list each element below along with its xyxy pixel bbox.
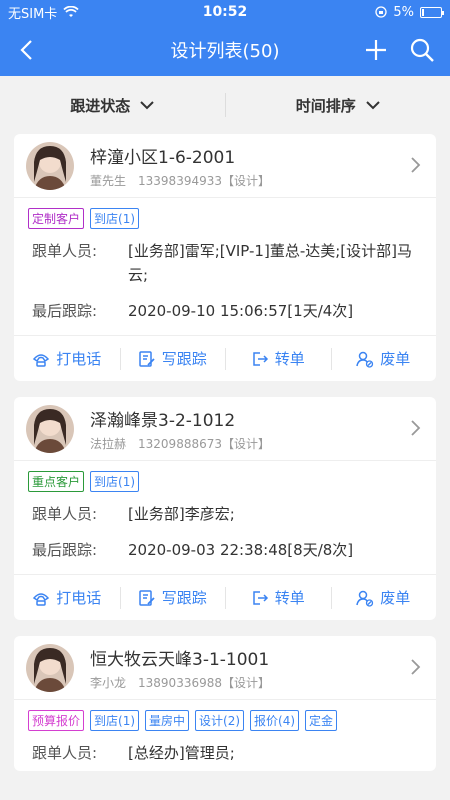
customer-name: 法拉赫: [90, 436, 127, 451]
tag: 设计(2): [195, 710, 245, 731]
last-follow-value: 2020-09-03 22:38:48[8天/8次]: [128, 541, 354, 559]
filter-time-label: 时间排序: [295, 96, 356, 115]
customer-name: 李小龙: [90, 675, 127, 690]
staff-row: 跟单人员: [业务部]雷军;[VIP-1]董总-达美;[设计部]马云;: [14, 233, 436, 293]
filter-bar: 跟进状态 时间排序: [0, 76, 450, 134]
chevron-down-icon: [366, 101, 380, 110]
tag-list: 定制客户 到店(1): [14, 198, 436, 233]
staff-label: 跟单人员:: [32, 242, 98, 260]
battery-percent: 5%: [393, 4, 414, 20]
tag: 预算报价: [28, 710, 85, 731]
call-label: 打电话: [56, 589, 102, 607]
phone-icon: [33, 353, 50, 367]
filter-time-sort-dropdown[interactable]: 时间排序: [226, 95, 450, 116]
search-icon[interactable]: [408, 36, 436, 64]
card-title: 梓潼小区1-6-2001: [90, 147, 236, 168]
transfer-label: 转单: [274, 589, 305, 607]
chevron-down-icon: [140, 101, 154, 110]
tag: 定制客户: [28, 208, 85, 229]
customer-name: 董先生: [90, 173, 127, 188]
chevron-right-icon: [411, 157, 421, 173]
add-icon[interactable]: [362, 36, 390, 64]
staff-label: 跟单人员:: [32, 505, 98, 523]
last-follow-row: 最后跟踪: 2020-09-03 22:38:48[8天/8次]: [14, 532, 436, 568]
write-follow-button[interactable]: 写跟踪: [119, 336, 226, 381]
last-follow-row: 最后跟踪: 2020-09-10 15:06:57[1天/4次]: [14, 293, 436, 329]
rotation-lock-icon: [375, 6, 388, 18]
tag: 到店(1): [90, 471, 140, 492]
staff-value: [业务部]李彦宏;: [128, 505, 235, 523]
project-card: 梓潼小区1-6-2001 董先生 13398394933【设计】 定制客户 到店(…: [14, 134, 436, 381]
carrier-label: 无SIM卡: [8, 6, 58, 22]
customer-phone: 13398394933【设计】: [138, 173, 270, 188]
filter-status-label: 跟进状态: [70, 96, 131, 115]
tag: 到店(1): [90, 710, 140, 731]
abandon-button[interactable]: 废单: [330, 575, 437, 620]
staff-label: 跟单人员:: [32, 744, 98, 762]
tag: 定金: [305, 710, 338, 731]
card-title: 泽瀚峰景3-2-1012: [90, 410, 236, 431]
chevron-right-icon: [411, 420, 421, 436]
project-card: 恒大牧云天峰3-1-1001 李小龙 13890336988【设计】 预算报价 到…: [14, 636, 436, 771]
transfer-icon: [252, 590, 268, 605]
transfer-button[interactable]: 转单: [225, 336, 331, 381]
card-header[interactable]: 恒大牧云天峰3-1-1001 李小龙 13890336988【设计】: [14, 636, 436, 700]
transfer-label: 转单: [274, 350, 305, 368]
abandon-label: 废单: [380, 589, 411, 607]
tag: 量房中: [145, 710, 190, 731]
card-header[interactable]: 梓潼小区1-6-2001 董先生 13398394933【设计】: [14, 134, 436, 198]
tag-list: 预算报价 到店(1) 量房中 设计(2) 报价(4) 定金: [14, 700, 436, 735]
staff-value: [总经办]管理员;: [128, 744, 235, 762]
tag: 重点客户: [28, 471, 85, 492]
user-remove-icon: [356, 590, 374, 607]
phone-icon: [33, 592, 50, 606]
battery-icon: [420, 6, 444, 18]
staff-row: 跟单人员: [业务部]李彦宏;: [14, 496, 436, 532]
write-follow-label: 写跟踪: [161, 589, 207, 607]
staff-value: [业务部]雷军;[VIP-1]董总-达美;[设计部]马云;: [128, 242, 412, 284]
filter-status-dropdown[interactable]: 跟进状态: [0, 95, 225, 116]
avatar: [26, 643, 74, 692]
transfer-button[interactable]: 转单: [225, 575, 331, 620]
tag: 到店(1): [90, 208, 140, 229]
call-button[interactable]: 打电话: [14, 575, 120, 620]
avatar: [26, 404, 74, 453]
last-follow-value: 2020-09-10 15:06:57[1天/4次]: [128, 302, 354, 320]
wifi-icon: [63, 6, 79, 17]
status-bar: 无SIM卡 10:52 5%: [0, 0, 450, 24]
abandon-label: 废单: [380, 350, 411, 368]
card-title: 恒大牧云天峰3-1-1001: [90, 649, 270, 670]
transfer-icon: [252, 351, 268, 366]
write-follow-label: 写跟踪: [161, 350, 207, 368]
last-follow-label: 最后跟踪:: [32, 541, 98, 559]
call-button[interactable]: 打电话: [14, 336, 120, 381]
avatar: [26, 141, 74, 190]
tag-list: 重点客户 到店(1): [14, 461, 436, 496]
customer-phone: 13209888673【设计】: [138, 436, 270, 451]
customer-phone: 13890336988【设计】: [138, 675, 270, 690]
user-remove-icon: [356, 351, 374, 368]
last-follow-label: 最后跟踪:: [32, 302, 98, 320]
call-label: 打电话: [56, 350, 102, 368]
nav-bar: 设计列表(50): [0, 24, 450, 76]
edit-icon: [138, 589, 155, 606]
edit-icon: [138, 350, 155, 367]
action-bar: 打电话 写跟踪 转单 废单: [14, 335, 436, 381]
card-header[interactable]: 泽瀚峰景3-2-1012 法拉赫 13209888673【设计】: [14, 397, 436, 461]
project-card: 泽瀚峰景3-2-1012 法拉赫 13209888673【设计】 重点客户 到店(…: [14, 397, 436, 620]
write-follow-button[interactable]: 写跟踪: [119, 575, 226, 620]
tag: 报价(4): [250, 710, 300, 731]
staff-row: 跟单人员: [总经办]管理员;: [14, 735, 436, 771]
chevron-right-icon: [411, 659, 421, 675]
action-bar: 打电话 写跟踪 转单 废单: [14, 574, 436, 620]
abandon-button[interactable]: 废单: [330, 336, 437, 381]
